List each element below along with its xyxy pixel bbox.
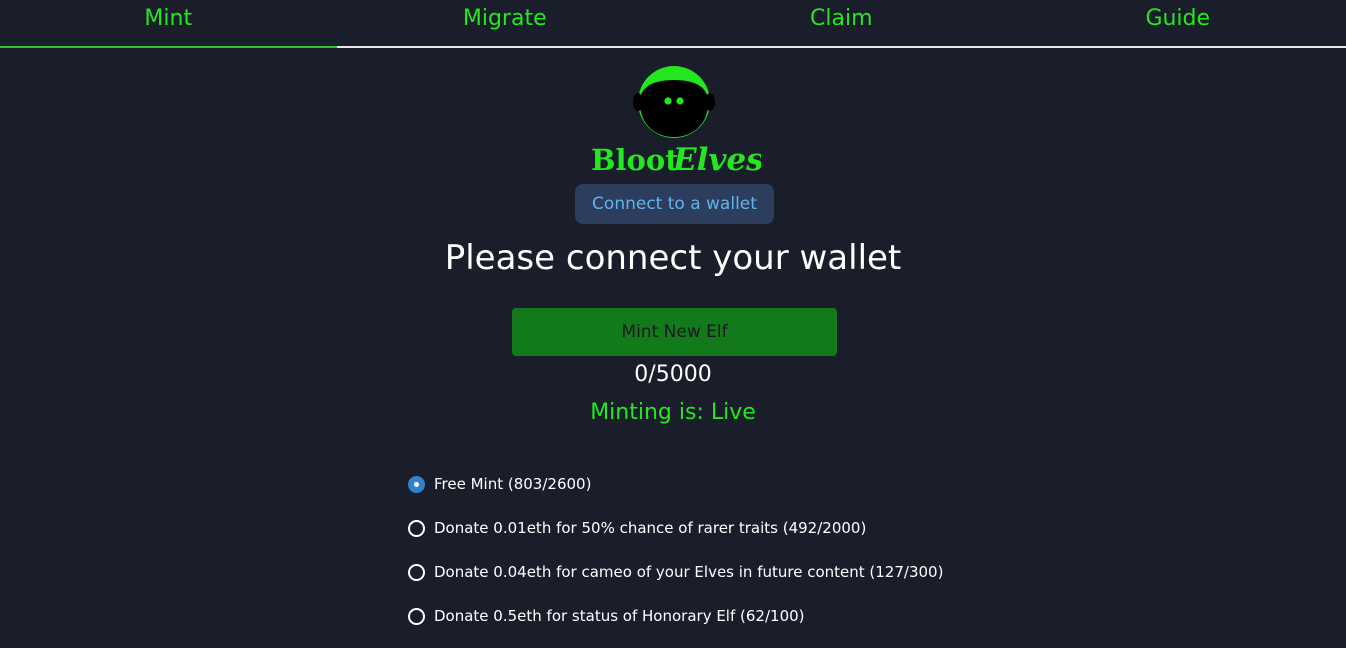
mint-new-elf-button[interactable]: Mint New Elf <box>512 308 837 356</box>
minting-status: Minting is: Live <box>0 400 1346 425</box>
option-donate-05[interactable]: Donate 0.5eth for status of Honorary Elf… <box>408 604 943 628</box>
page-heading: Please connect your wallet <box>0 238 1346 278</box>
mint-count: 0/5000 <box>0 362 1346 387</box>
main-tabs: Mint Migrate Claim Guide <box>0 0 1346 48</box>
tab-migrate[interactable]: Migrate <box>337 0 674 48</box>
radio-button[interactable] <box>408 520 425 537</box>
bloot-elves-logo: Bloot Elves <box>589 66 761 178</box>
option-label: Donate 0.01eth for 50% chance of rarer t… <box>434 519 866 537</box>
mint-options: Free Mint (803/2600) Donate 0.01eth for … <box>408 472 943 648</box>
connect-wallet-button[interactable]: Connect to a wallet <box>575 184 774 224</box>
option-label: Donate 0.04eth for cameo of your Elves i… <box>434 563 943 581</box>
elf-eye-icon <box>664 97 671 104</box>
option-donate-001[interactable]: Donate 0.01eth for 50% chance of rarer t… <box>408 516 943 540</box>
radio-button[interactable] <box>408 476 425 493</box>
option-free-mint[interactable]: Free Mint (803/2600) <box>408 472 943 496</box>
option-label: Free Mint (803/2600) <box>434 475 591 493</box>
option-label: Donate 0.5eth for status of Honorary Elf… <box>434 607 805 625</box>
logo-text-bloot: Bloot <box>591 143 679 177</box>
option-donate-004[interactable]: Donate 0.04eth for cameo of your Elves i… <box>408 560 943 584</box>
tab-guide[interactable]: Guide <box>1010 0 1346 48</box>
logo-text-elves: Elves <box>672 142 761 178</box>
radio-button[interactable] <box>408 608 425 625</box>
radio-button[interactable] <box>408 564 425 581</box>
tab-claim[interactable]: Claim <box>673 0 1010 48</box>
tab-mint[interactable]: Mint <box>0 0 337 48</box>
elf-eye-icon <box>676 97 683 104</box>
